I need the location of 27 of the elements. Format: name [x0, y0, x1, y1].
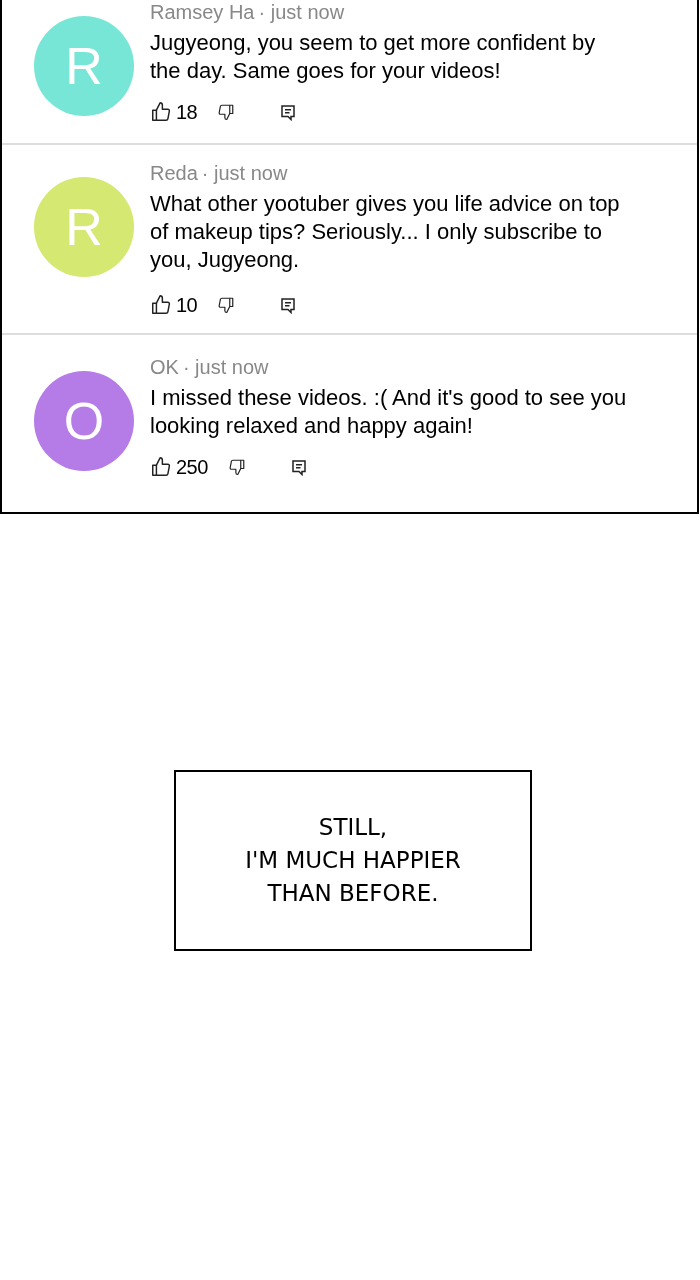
- reply-icon[interactable]: [289, 458, 308, 476]
- comment-text: Jugyeong, you seem to get more confident by the day. Same goes for your videos!: [150, 29, 597, 85]
- thumbs-up-icon[interactable]: [150, 456, 172, 478]
- reply-icon[interactable]: [279, 103, 298, 121]
- thumbs-up-icon[interactable]: [150, 101, 172, 123]
- comment-author: Ramsey Ha: [150, 0, 255, 25]
- caption-line: THAN BEFORE.: [267, 879, 439, 908]
- comment-text: I missed these videos. :( And it's good to see you looking relaxed and happy again!: [150, 384, 628, 440]
- reply-icon[interactable]: [279, 296, 298, 314]
- avatar: O: [34, 371, 134, 471]
- thumbs-up-icon[interactable]: [150, 294, 172, 316]
- caption-line: I'M MUCH HAPPIER: [245, 846, 461, 875]
- comment-author: OK: [150, 355, 179, 380]
- comment-time: · just now: [201, 161, 288, 186]
- thumbs-down-icon[interactable]: [217, 296, 236, 314]
- like-count: 250: [176, 455, 208, 480]
- caption-line: STILL,: [318, 813, 388, 842]
- comment-author: Reda: [150, 161, 198, 186]
- like-count: 10: [176, 293, 198, 318]
- comment-time: · just now: [258, 0, 345, 25]
- like-count: 18: [176, 100, 198, 125]
- thumbs-down-icon[interactable]: [217, 103, 236, 121]
- comment-text: What other yootuber gives you life advice on top of makeup tips? Seriously... I only subscribe to you, Jugyeong.: [150, 190, 621, 274]
- avatar: R: [34, 16, 134, 116]
- comment-time: · just now: [182, 355, 269, 380]
- avatar: R: [34, 177, 134, 277]
- thumbs-down-icon[interactable]: [227, 458, 246, 476]
